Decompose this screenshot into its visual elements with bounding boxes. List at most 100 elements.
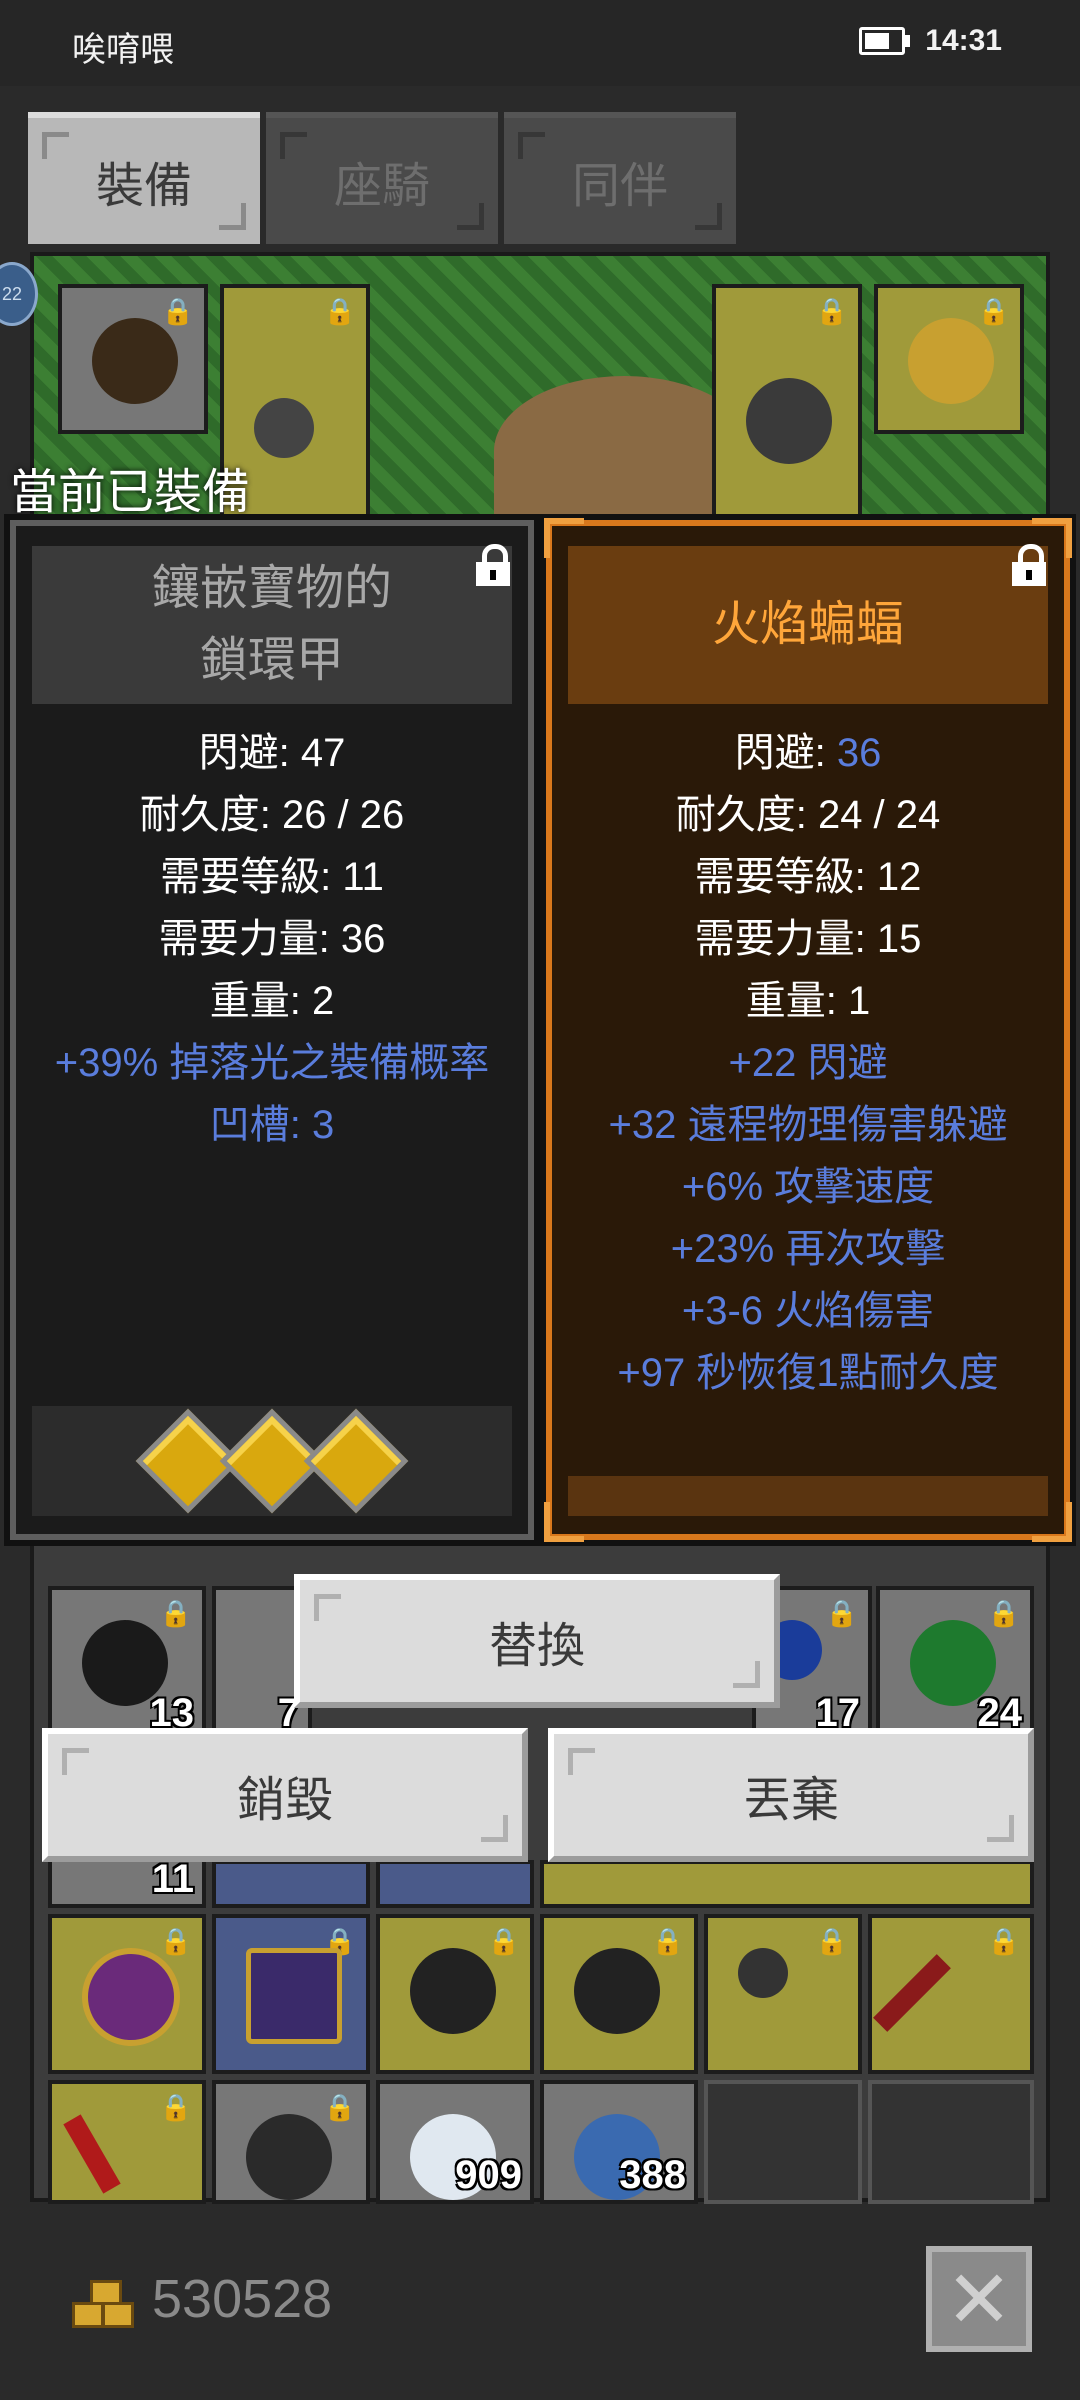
item-count: 388 (619, 2153, 686, 2197)
stat-line: 需要等級: 12 (694, 855, 922, 899)
affix-line: +32 遠程物理傷害躲避 (608, 1103, 1008, 1147)
mace-icon (254, 398, 314, 458)
clock: 14:31 (925, 24, 1002, 57)
lock-icon: 🔒 (987, 1598, 1020, 1628)
inventory-slot[interactable]: 909 (376, 2080, 534, 2204)
affix-line: +22 閃避 (728, 1041, 888, 1085)
compare-item-header: 火焰蝙蝠 (568, 546, 1048, 704)
item-count: 909 (455, 2153, 522, 2197)
tab-mount[interactable]: 座騎 (266, 112, 498, 244)
amulet-icon (908, 318, 994, 404)
equipment-slot-offhand[interactable]: 🔒 (712, 284, 862, 524)
affix-line: +39% 掉落光之裝備概率 (54, 1041, 490, 1085)
equipped-item-panel: 鑲嵌寶物的 鎖環甲 閃避: 47 耐久度: 26 / 26 需要等級: 11 需… (4, 514, 540, 1546)
spiked-ball-icon (746, 378, 832, 464)
spear-icon (873, 1954, 951, 2032)
equipped-title: 當前已裝備 (10, 466, 251, 519)
affix-line: +97 秒恢復1點耐久度 (617, 1351, 999, 1395)
stat-line: 需要力量: 15 (694, 917, 922, 961)
inventory-slot-empty[interactable] (868, 2080, 1034, 2204)
mace-icon (738, 1948, 788, 1998)
bow-icon (63, 2114, 121, 2194)
replace-button-label: 替換 (488, 1620, 585, 1673)
tab-equipment[interactable]: 裝備 (28, 112, 260, 244)
lock-icon[interactable] (476, 544, 510, 586)
inventory-slot[interactable]: 🔒 (868, 1914, 1034, 2074)
equipped-item-header: 鑲嵌寶物的 鎖環甲 (32, 546, 512, 704)
inventory-slot-empty[interactable] (704, 2080, 862, 2204)
destroy-button[interactable]: 銷毀 (42, 1728, 528, 1862)
item-count: 11 (151, 1857, 194, 1901)
inventory-slot[interactable]: 🔒 (540, 1914, 698, 2074)
lock-icon: 🔒 (323, 2092, 356, 2122)
equipment-slot-amulet[interactable]: 🔒 (874, 284, 1024, 434)
inventory-slot[interactable]: 🔒 24 (876, 1586, 1034, 1742)
battery-icon (859, 27, 911, 55)
lock-icon: 🔒 (651, 1926, 684, 1956)
lock-icon: 🔒 (159, 1926, 192, 1956)
affix-line: +23% 再次攻擊 (670, 1227, 946, 1271)
stat-line: 閃避: 36 (734, 731, 882, 775)
lock-icon: 🔒 (161, 296, 194, 326)
inventory-slot[interactable]: 🔒 13 (48, 1586, 206, 1742)
inventory-slot[interactable]: 🔒 (704, 1914, 862, 2074)
lock-icon: 🔒 (159, 2092, 192, 2122)
gold-coins-icon (72, 2280, 136, 2330)
discard-button[interactable]: 丟棄 (548, 1728, 1034, 1862)
compare-item-stats: 閃避: 36 耐久度: 24 / 24 需要等級: 12 需要力量: 15 重量… (552, 722, 1064, 1404)
stat-line: 耐久度: 26 / 26 (139, 793, 405, 837)
inventory-slot[interactable] (376, 1860, 534, 1908)
stat-line: 重量: 1 (745, 979, 871, 1023)
socket-gems (32, 1406, 512, 1516)
stat-line: 重量: 2 (209, 979, 335, 1023)
inventory-slot[interactable] (540, 1860, 1034, 1908)
destroy-button-label: 銷毀 (236, 1774, 333, 1827)
yellow-gem-icon (303, 1408, 409, 1514)
status-right: 14:31 (859, 24, 1002, 58)
lock-icon: 🔒 (487, 1926, 520, 1956)
ring-icon (82, 1948, 180, 2046)
compare-item-footer (568, 1476, 1048, 1516)
affix-line: 凹槽: 3 (209, 1103, 335, 1147)
inventory-slot[interactable]: 388 (540, 2080, 698, 2204)
inventory-slot[interactable]: 🔒 (212, 2080, 370, 2204)
stat-line: 需要力量: 36 (158, 917, 386, 961)
stat-line: 需要等級: 11 (160, 855, 384, 899)
gold-amount: 530528 (152, 2269, 333, 2329)
close-button[interactable]: ✕ (926, 2246, 1032, 2352)
app-name: 唉唷喂 (72, 31, 174, 69)
helmet-icon (92, 318, 178, 404)
lock-icon: 🔒 (987, 1926, 1020, 1956)
lock-icon[interactable] (1012, 544, 1046, 586)
status-bar: 唉唷喂 14:31 (0, 0, 1080, 86)
stat-line: 耐久度: 24 / 24 (675, 793, 941, 837)
lock-icon: 🔒 (815, 1926, 848, 1956)
chest-icon (246, 1948, 342, 2044)
inventory-slot[interactable]: 🔒 (212, 1914, 370, 2074)
lock-icon: 🔒 (977, 296, 1010, 326)
equipped-item-name-line1: 鑲嵌寶物的 (151, 562, 392, 615)
inventory-slot[interactable]: 🔒 (48, 1914, 206, 2074)
lock-icon: 🔒 (825, 1598, 858, 1628)
lock-icon: 🔒 (815, 296, 848, 326)
lock-icon: 🔒 (159, 1598, 192, 1628)
compare-item-name: 火焰蝙蝠 (711, 598, 904, 651)
equipment-slot-head[interactable]: 🔒 (58, 284, 208, 434)
compare-item-panel: 火焰蝙蝠 閃避: 36 耐久度: 24 / 24 需要等級: 12 需要力量: … (540, 514, 1076, 1546)
inventory-slot[interactable] (212, 1860, 370, 1908)
tab-label: 裝備 (95, 160, 192, 213)
tab-label: 同伴 (571, 160, 668, 213)
affix-line: +3-6 火焰傷害 (681, 1289, 935, 1333)
equipped-item-stats: 閃避: 47 耐久度: 26 / 26 需要等級: 11 需要力量: 36 重量… (16, 722, 528, 1156)
helmet-icon (574, 1948, 660, 2034)
close-icon: ✕ (945, 2254, 1013, 2344)
tab-companion[interactable]: 同伴 (504, 112, 736, 244)
gem-cluster-icon (246, 2114, 332, 2200)
inventory-slot[interactable]: 🔒 (376, 1914, 534, 2074)
replace-button[interactable]: 替換 (294, 1574, 780, 1708)
inventory-slot[interactable]: 🔒 (48, 2080, 206, 2204)
lock-icon: 🔒 (323, 296, 356, 326)
affix-line: +6% 攻擊速度 (681, 1165, 935, 1209)
stat-line: 閃避: 47 (198, 731, 346, 775)
equipped-item-name-line2: 鎖環甲 (199, 634, 344, 687)
